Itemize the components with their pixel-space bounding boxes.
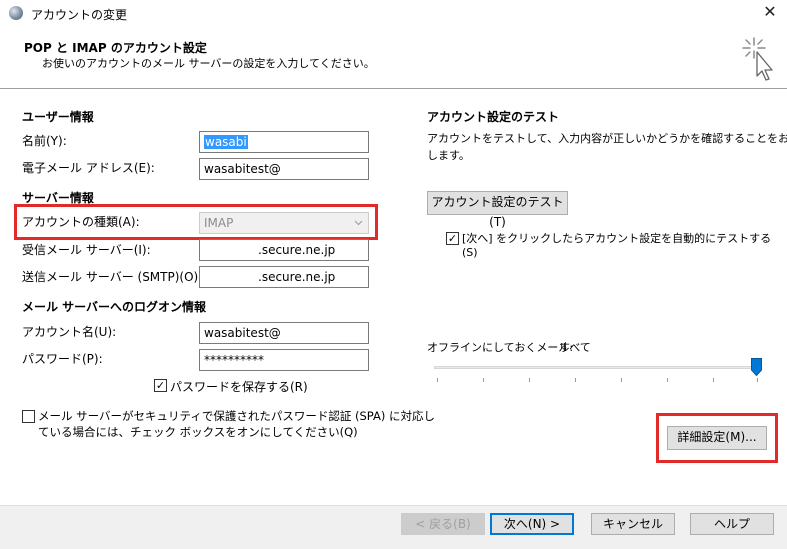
offline-value: すべて [559,341,591,354]
test-heading: アカウント設定のテスト [427,110,560,124]
back-button[interactable]: < 戻る(B) [401,513,485,535]
slider-tick [483,378,484,382]
name-field[interactable]: wasabi [199,131,369,153]
slider-tick [621,378,622,382]
spa-label-line2: ている場合には、チェック ボックスをオンにしてください(Q) [38,425,358,439]
email-field[interactable]: wasabitest@ [199,158,369,180]
incoming-server-field[interactable]: .secure.ne.jp [199,239,369,261]
slider-tick [437,378,438,382]
email-label: 電子メール アドレス(E): [22,161,155,175]
next-button[interactable]: 次へ(N) > [490,513,574,535]
offline-slider-thumb[interactable] [751,358,762,376]
header-subtitle: お使いのアカウントのメール サーバーの設定を入力してください。 [42,57,375,70]
account-name-label: アカウント名(U): [22,325,117,339]
auto-test-label-line2: (S) [462,246,478,259]
outgoing-server-field[interactable]: .secure.ne.jp [199,266,369,288]
auto-test-checkbox[interactable]: ✓ [446,232,459,245]
logon-info-heading: メール サーバーへのログオン情報 [22,300,207,314]
password-field[interactable]: ********** [199,349,369,371]
header-title: POP と IMAP のアカウント設定 [24,41,207,55]
title-bar: アカウントの変更 ✕ [0,0,787,26]
offline-slider-track[interactable] [434,366,760,369]
magic-wand-cursor-icon [742,37,773,81]
account-type-value: IMAP [204,216,234,230]
account-type-label: アカウントの種類(A): [22,215,140,229]
dialog-header: POP と IMAP のアカウント設定 お使いのアカウントのメール サーバーの設… [0,26,787,89]
slider-tick [713,378,714,382]
account-name-field[interactable]: wasabitest@ [199,322,369,344]
slider-tick [529,378,530,382]
password-label: パスワード(P): [22,352,103,366]
spa-label-line1: メール サーバーがセキュリティで保護されたパスワード認証 (SPA) に対応し [38,409,435,423]
cancel-button[interactable]: キャンセル [591,513,675,535]
offline-label: オフラインにしておくメール: [427,341,574,354]
test-description-line2: します。 [427,149,470,162]
account-type-combo[interactable]: IMAP [199,212,369,234]
test-account-button[interactable]: アカウント設定のテスト(T) [427,191,568,229]
app-globe-icon [9,6,23,20]
spa-checkbox[interactable] [22,410,35,423]
name-label: 名前(Y): [22,134,67,148]
slider-tick [667,378,668,382]
slider-tick [757,378,758,382]
save-password-label: パスワードを保存する(R) [170,380,308,394]
server-info-heading: サーバー情報 [22,191,94,205]
outgoing-server-label: 送信メール サーバー (SMTP)(O): [22,270,203,284]
auto-test-label-line1: [次へ] をクリックしたらアカウント設定を自動的にテストする [462,232,772,245]
test-description-line1: アカウントをテストして、入力内容が正しいかどうかを確認することをお勧め [427,132,787,145]
help-button[interactable]: ヘルプ [690,513,774,535]
slider-tick [575,378,576,382]
window-title: アカウントの変更 [31,8,128,22]
user-info-heading: ユーザー情報 [22,110,94,124]
save-password-checkbox[interactable]: ✓ [154,379,167,392]
incoming-server-label: 受信メール サーバー(I): [22,243,151,257]
more-settings-button[interactable]: 詳細設定(M)... [667,426,767,450]
chevron-down-icon [354,220,363,226]
name-value: wasabi [204,135,248,149]
close-icon[interactable]: ✕ [753,0,787,26]
